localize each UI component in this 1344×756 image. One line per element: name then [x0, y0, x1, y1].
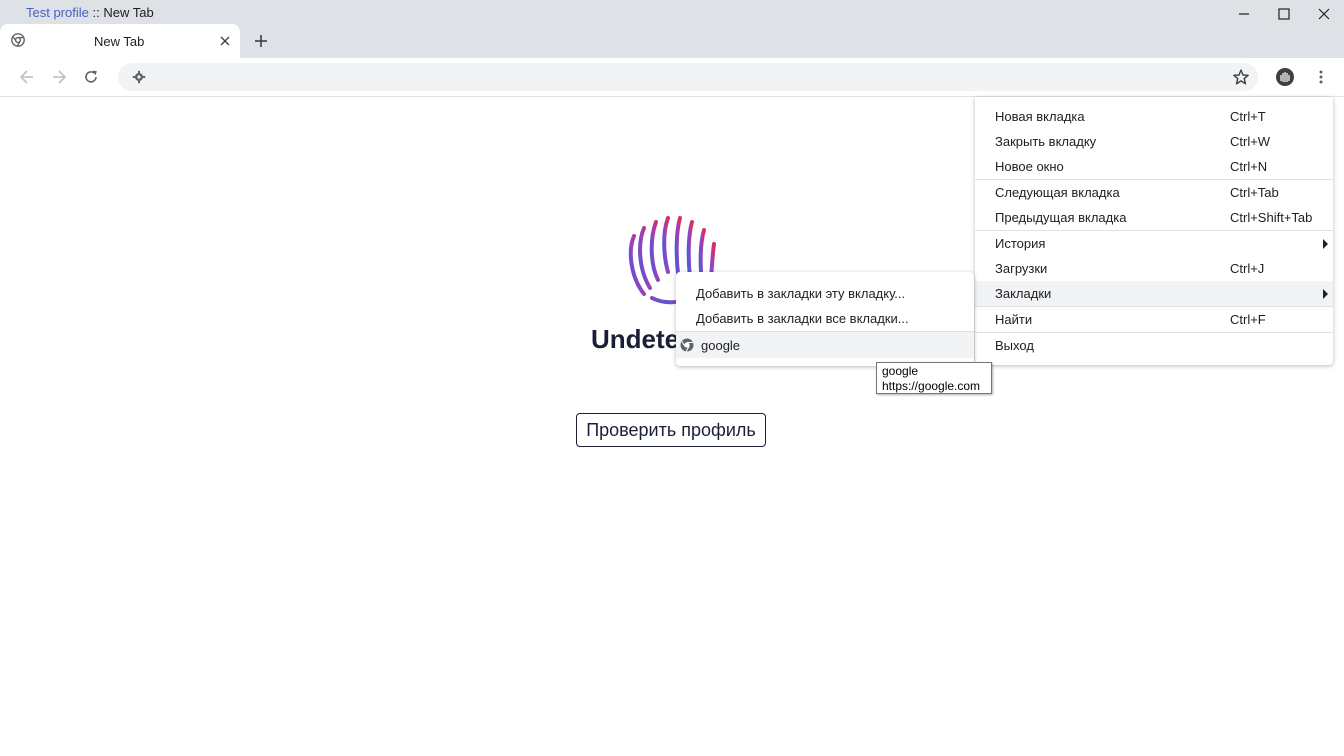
- page-heading: Undete: [591, 324, 680, 354]
- submenu-arrow-icon: [1323, 239, 1328, 249]
- arrow-right-icon: [53, 70, 67, 84]
- title-bar: Test profile :: New Tab New Tab: [0, 0, 1344, 58]
- submenu-arrow-icon: [1323, 289, 1328, 299]
- menu-item-previous-tab[interactable]: Предыдущая вкладка Ctrl+Shift+Tab: [975, 205, 1333, 230]
- menu-item-shortcut: Ctrl+Tab: [1230, 185, 1279, 200]
- toolbar: [0, 58, 1344, 97]
- menu-item-label: Закладки: [995, 286, 1052, 301]
- profile-extension-button[interactable]: [1273, 65, 1297, 89]
- close-window-button[interactable]: [1304, 0, 1344, 28]
- site-settings-icon[interactable]: [132, 70, 146, 84]
- menu-item-label: Выход: [995, 338, 1034, 353]
- menu-item-close-tab[interactable]: Закрыть вкладку Ctrl+W: [975, 129, 1333, 154]
- chrome-icon: [11, 33, 25, 47]
- title-separator: ::: [88, 5, 104, 20]
- profile-name: Test profile: [26, 5, 89, 20]
- window-controls: [1224, 0, 1344, 28]
- menu-item-label: Закрыть вкладку: [995, 134, 1097, 149]
- menu-item-label: Найти: [995, 312, 1033, 327]
- menu-item-find[interactable]: Найти Ctrl+F: [975, 307, 1333, 332]
- reload-button[interactable]: [79, 65, 103, 89]
- bookmark-this-tab-item[interactable]: Добавить в закладки эту вкладку...: [676, 281, 974, 306]
- menu-button[interactable]: [1309, 65, 1333, 89]
- menu-item-new-window[interactable]: Новое окно Ctrl+N: [975, 154, 1333, 179]
- menu-item-history[interactable]: История: [975, 231, 1333, 256]
- check-profile-button[interactable]: Проверить профиль: [576, 413, 766, 447]
- menu-item-label: Следующая вкладка: [995, 185, 1120, 200]
- menu-item-shortcut: Ctrl+W: [1230, 134, 1271, 149]
- menu-item-downloads[interactable]: Загрузки Ctrl+J: [975, 256, 1333, 281]
- main-menu: Новая вкладка Ctrl+T Закрыть вкладку Ctr…: [975, 97, 1333, 365]
- menu-item-label: Предыдущая вкладка: [995, 210, 1127, 225]
- more-vert-icon: [1319, 70, 1323, 84]
- close-icon: [1318, 8, 1330, 20]
- bookmark-tooltip: google https://google.com: [876, 362, 992, 394]
- menu-item-label: Новая вкладка: [995, 109, 1085, 124]
- back-button[interactable]: [15, 65, 39, 89]
- menu-item-bookmarks[interactable]: Закладки: [975, 281, 1333, 306]
- new-tab-button[interactable]: [250, 30, 272, 52]
- maximize-icon: [1278, 8, 1290, 20]
- tooltip-url: https://google.com: [882, 379, 981, 393]
- address-bar[interactable]: [118, 63, 1258, 91]
- submenu-item-label: Добавить в закладки эту вкладку...: [696, 286, 906, 301]
- plus-icon: [255, 35, 267, 47]
- menu-item-label: История: [995, 236, 1046, 251]
- menu-item-exit[interactable]: Выход: [975, 333, 1333, 358]
- menu-item-shortcut: Ctrl+T: [1230, 109, 1266, 124]
- bookmark-google-item[interactable]: google: [676, 332, 974, 358]
- tab-new-tab[interactable]: New Tab: [0, 24, 240, 58]
- menu-item-shortcut: Ctrl+Shift+Tab: [1230, 210, 1313, 225]
- chrome-icon: [680, 338, 694, 352]
- bookmark-all-tabs-item[interactable]: Добавить в закладки все вкладки...: [676, 306, 974, 331]
- menu-item-shortcut: Ctrl+N: [1230, 159, 1268, 174]
- tab-close-icon[interactable]: [218, 34, 232, 48]
- arrow-left-icon: [19, 70, 33, 84]
- reload-icon: [85, 70, 97, 83]
- menu-item-shortcut: Ctrl+J: [1230, 261, 1265, 276]
- tooltip-title: google: [882, 364, 919, 378]
- minimize-icon: [1239, 13, 1249, 15]
- menu-item-shortcut: Ctrl+F: [1230, 312, 1266, 327]
- bookmark-star-icon[interactable]: [1232, 68, 1250, 86]
- bookmarks-submenu: Добавить в закладки эту вкладку... Добав…: [676, 272, 974, 366]
- window-title: Test profile :: New Tab: [26, 5, 154, 20]
- window-page-title: New Tab: [103, 5, 154, 20]
- menu-item-label: Загрузки: [995, 261, 1048, 276]
- bookmark-label: google: [701, 338, 741, 353]
- minimize-button[interactable]: [1224, 0, 1264, 28]
- forward-button[interactable]: [47, 65, 71, 89]
- submenu-item-label: Добавить в закладки все вкладки...: [696, 311, 909, 326]
- menu-item-new-tab[interactable]: Новая вкладка Ctrl+T: [975, 104, 1333, 129]
- maximize-button[interactable]: [1264, 0, 1304, 28]
- menu-item-next-tab[interactable]: Следующая вкладка Ctrl+Tab: [975, 180, 1333, 205]
- menu-item-label: Новое окно: [995, 159, 1064, 174]
- fingerprint-icon: [1276, 68, 1294, 86]
- tab-title: New Tab: [94, 34, 145, 49]
